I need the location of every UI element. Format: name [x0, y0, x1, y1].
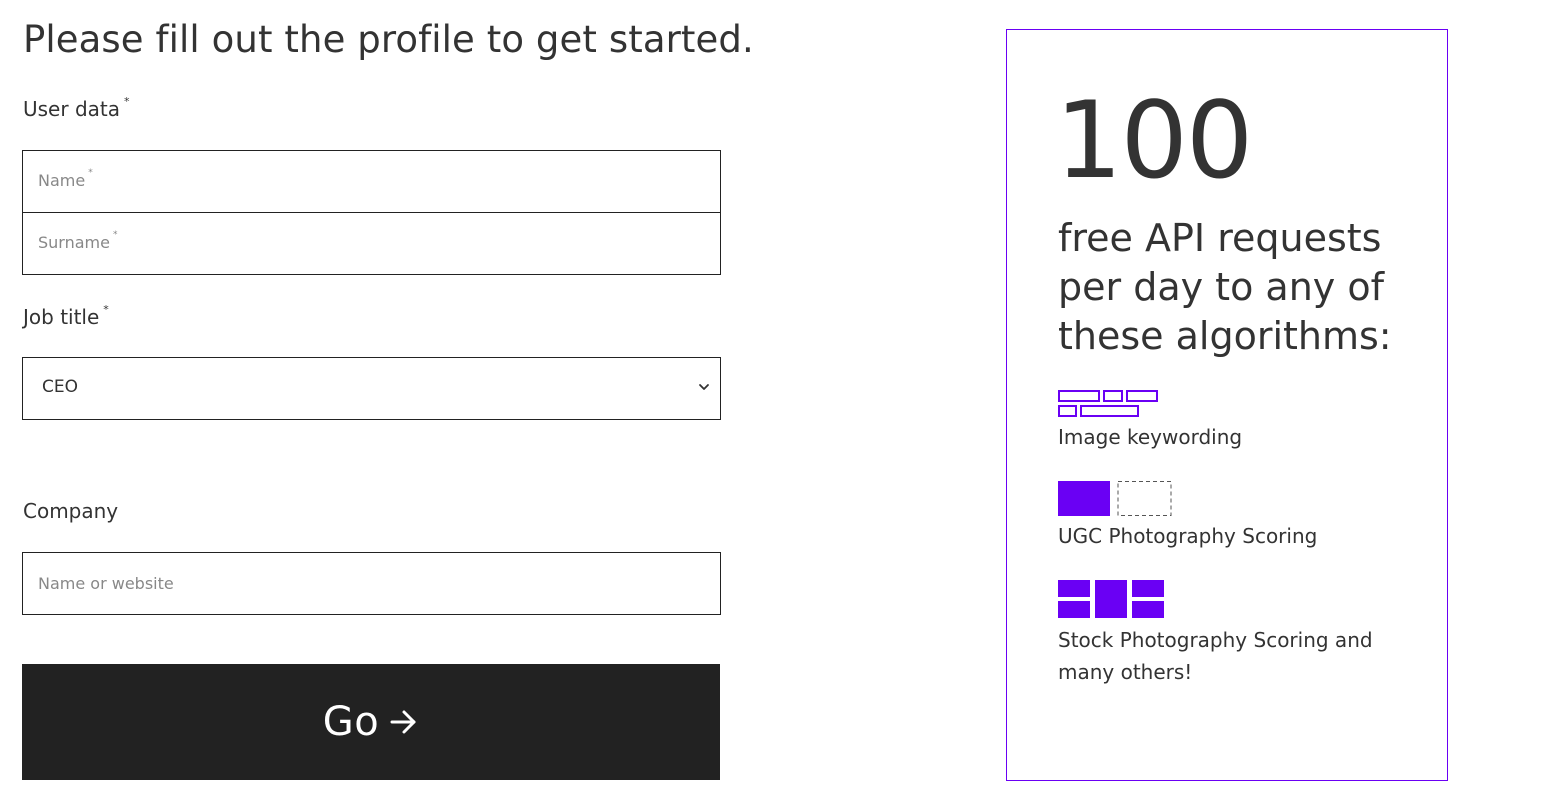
chevron-down-icon: [699, 384, 709, 390]
name-placeholder-text: Name: [38, 171, 86, 190]
job-title-label-text: Job title: [23, 305, 100, 329]
algorithm-label: Stock Photography Scoring and many other…: [1058, 628, 1373, 684]
user-data-label-text: User data: [23, 97, 120, 121]
required-mark: *: [88, 168, 93, 178]
promo-card: 100 free API requests per day to any of …: [1006, 29, 1448, 781]
name-placeholder: Name *: [38, 168, 93, 190]
page-title: Please fill out the profile to get start…: [23, 18, 754, 61]
stock-scoring-icon: [1058, 580, 1164, 618]
keywording-icon: [1058, 390, 1158, 417]
ugc-scoring-icon: [1058, 481, 1172, 516]
required-mark: *: [103, 303, 109, 316]
surname-placeholder: Surname *: [38, 230, 118, 252]
go-button[interactable]: Go: [22, 664, 720, 780]
arrow-right-icon: [390, 710, 416, 734]
promo-description: free API requests per day to any of thes…: [1058, 216, 1392, 358]
job-title-value: CEO: [42, 377, 78, 397]
company-input[interactable]: [22, 552, 721, 615]
required-mark: *: [112, 230, 118, 240]
surname-placeholder-text: Surname: [38, 233, 110, 252]
required-mark: *: [124, 95, 130, 108]
free-requests-count: 100: [1055, 79, 1253, 202]
surname-input[interactable]: Surname *: [22, 212, 721, 275]
go-button-label: Go: [322, 699, 380, 745]
company-label: Company: [23, 499, 119, 523]
user-data-label: User data *: [23, 95, 130, 121]
signup-page: Please fill out the profile to get start…: [0, 0, 1547, 803]
name-input[interactable]: Name *: [22, 150, 721, 213]
job-title-select[interactable]: CEO: [22, 357, 721, 420]
algorithm-label: Image keywording: [1058, 425, 1243, 449]
algorithm-label: UGC Photography Scoring: [1058, 524, 1318, 548]
job-title-label: Job title *: [23, 303, 109, 329]
